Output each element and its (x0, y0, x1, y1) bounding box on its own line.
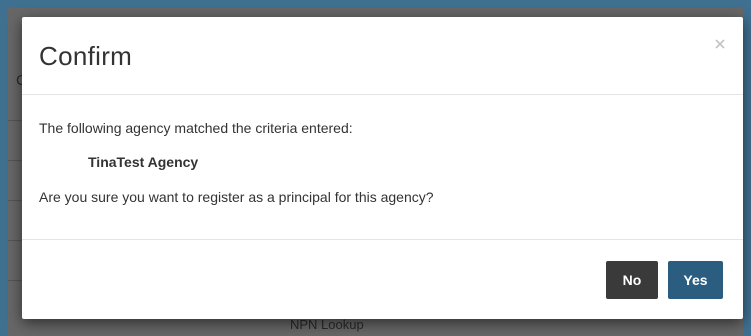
dialog-header: Confirm (22, 17, 743, 95)
confirm-question: Are you sure you want to register as a p… (39, 189, 434, 205)
background-npn-lookup-label: NPN Lookup (290, 317, 364, 332)
yes-button[interactable]: Yes (668, 261, 723, 299)
dialog-body: The following agency matched the criteri… (22, 95, 743, 240)
agency-name: TinaTest Agency (88, 154, 199, 170)
dialog-title: Confirm (39, 41, 133, 71)
close-icon[interactable] (711, 35, 729, 53)
no-button[interactable]: No (606, 261, 658, 299)
match-message: The following agency matched the criteri… (39, 120, 353, 136)
dialog-footer: No Yes (22, 240, 743, 319)
confirm-dialog: Confirm The following agency matched the… (22, 17, 743, 319)
